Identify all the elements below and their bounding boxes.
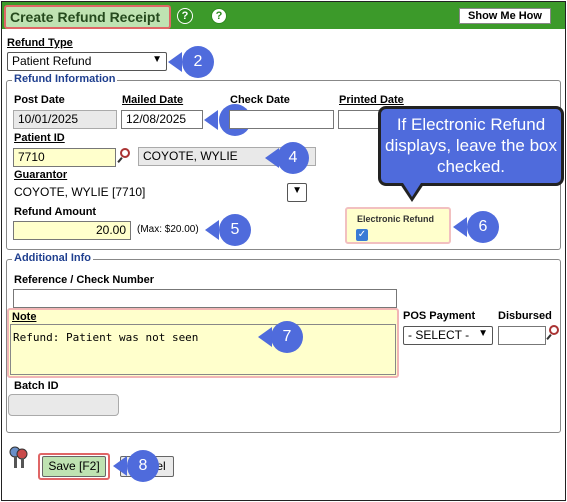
callout-7-pointer — [258, 327, 272, 347]
pos-payment-select[interactable]: - SELECT - ▼ — [403, 326, 493, 345]
patient-search-icon[interactable] — [120, 148, 130, 158]
reference-field[interactable] — [13, 289, 397, 308]
patient-id-field[interactable]: 7710 — [13, 148, 116, 167]
guarantor-label: Guarantor — [14, 169, 67, 181]
note-label: Note — [12, 311, 36, 323]
refund-information-legend: Refund Information — [12, 73, 118, 85]
refund-type-value: Patient Refund — [12, 54, 92, 68]
disbursed-search-icon[interactable] — [549, 325, 559, 335]
refund-type-label: Refund Type — [7, 37, 73, 49]
batch-id-label: Batch ID — [14, 380, 59, 392]
callout-5-pointer — [205, 220, 219, 240]
mailed-date-label: Mailed Date — [122, 94, 183, 106]
guarantor-label-text: Guarantor — [14, 169, 68, 181]
guarantor-select[interactable]: ▼ — [287, 183, 307, 202]
guarantor-value: COYOTE, WYLIE [7710] — [14, 185, 146, 199]
check-date-field[interactable] — [229, 110, 334, 129]
callout-6: 6 — [467, 211, 499, 243]
chevron-down-icon: ▼ — [292, 185, 302, 196]
callout-2: 2 — [182, 46, 214, 78]
callout-8-pointer — [113, 456, 127, 476]
patient-id-label: Patient ID — [14, 132, 65, 144]
show-me-how-button[interactable]: Show Me How — [459, 8, 551, 24]
keys-icon — [8, 446, 30, 470]
electronic-refund-checkbox[interactable]: ✓ — [356, 229, 368, 241]
note-textarea[interactable]: Refund: Patient was not seen — [10, 324, 396, 375]
refund-type-select[interactable]: Patient Refund ▼ — [7, 52, 167, 71]
printed-date-label-text: Printed Date — [339, 94, 404, 106]
callout-4: 4 — [277, 142, 309, 174]
note-label-text: Note — [12, 311, 37, 323]
pos-payment-value: - SELECT - — [408, 328, 470, 342]
mailed-date-label-text: Mailed Date — [122, 94, 184, 106]
callout-2-pointer — [168, 52, 182, 72]
chevron-down-icon: ▼ — [152, 54, 162, 65]
patient-id-label-text: Patient ID — [14, 132, 65, 144]
save-button[interactable]: Save [F2] — [42, 456, 106, 477]
tip-bubble-tail-inner — [403, 183, 421, 197]
electronic-refund-label: Electronic Refund — [357, 214, 435, 224]
callout-6-pointer — [453, 217, 467, 237]
chevron-down-icon: ▼ — [478, 328, 488, 339]
help-question-icon[interactable]: ? — [211, 8, 227, 24]
page-title: Create Refund Receipt — [4, 5, 171, 29]
callout-7: 7 — [271, 321, 303, 353]
post-date-field: 10/01/2025 — [13, 110, 117, 129]
batch-id-field — [8, 394, 119, 416]
additional-info-legend: Additional Info — [12, 252, 93, 264]
max-amount-text: (Max: $20.00) — [137, 224, 199, 235]
reference-label: Reference / Check Number — [14, 274, 154, 286]
refund-amount-field[interactable]: 20.00 — [13, 221, 131, 240]
tip-bubble: If Electronic Refund displays, leave the… — [378, 106, 564, 186]
refund-amount-label: Refund Amount — [14, 206, 97, 218]
printed-date-label: Printed Date — [339, 94, 404, 106]
callout-3-pointer — [204, 110, 218, 130]
refund-type-label-text: Refund Type — [7, 37, 73, 49]
disbursed-label: Disbursed — [498, 310, 552, 322]
callout-8: 8 — [127, 450, 159, 482]
check-date-label: Check Date — [230, 94, 290, 106]
disbursed-field[interactable] — [498, 326, 546, 345]
callout-5: 5 — [219, 214, 251, 246]
mailed-date-field[interactable]: 12/08/2025 — [121, 110, 203, 129]
post-date-label: Post Date — [14, 94, 65, 106]
help-icon[interactable]: ? — [177, 8, 193, 24]
pos-payment-label: POS Payment — [403, 310, 476, 322]
